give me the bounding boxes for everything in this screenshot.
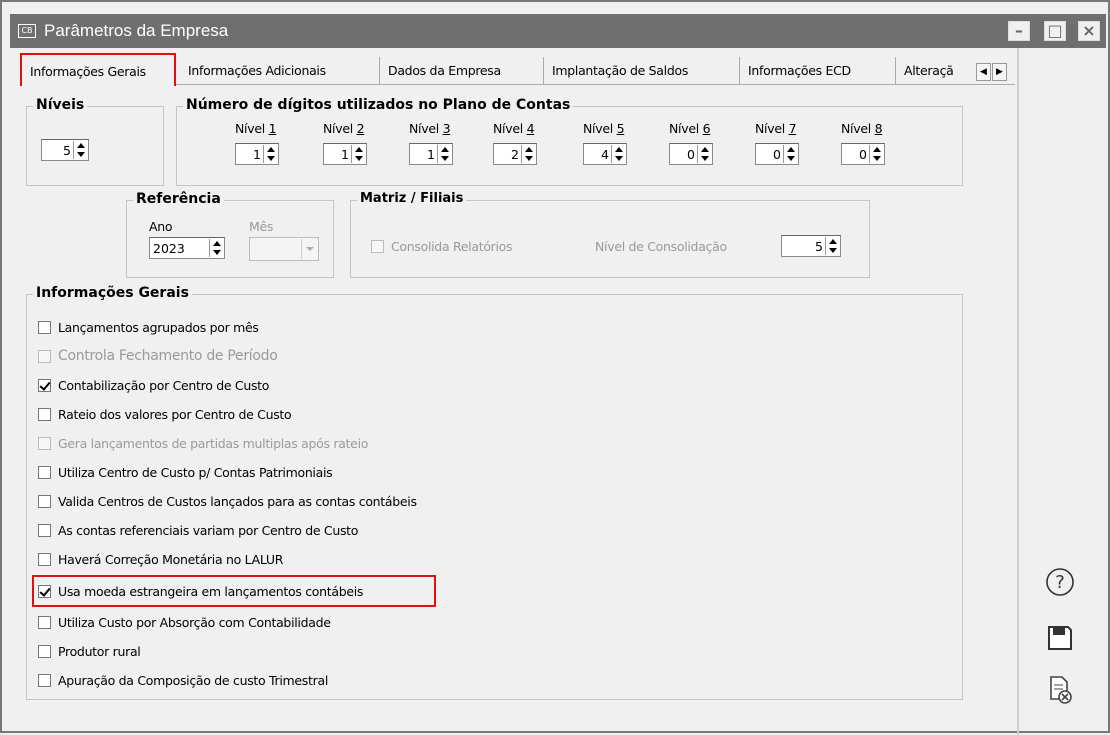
consolida-relatorios-label: Consolida Relatórios: [391, 238, 513, 254]
tab-informacoes-ecd[interactable]: Informações ECD: [740, 57, 896, 85]
save-button[interactable]: [1042, 620, 1078, 656]
nivel-6-label: Nível 6: [669, 121, 711, 136]
spin-arrows-icon[interactable]: [825, 237, 839, 255]
svg-text:?: ?: [1055, 572, 1065, 593]
referencia-group: Referência Ano 2023 Mês: [126, 191, 334, 278]
spin-arrows-icon[interactable]: [351, 145, 365, 163]
spin-arrows-icon[interactable]: [209, 239, 223, 257]
minimize-icon: –: [1015, 21, 1023, 40]
help-button[interactable]: ?: [1042, 564, 1078, 600]
ano-value: 2023: [153, 241, 185, 256]
nivel-6-spinner[interactable]: 0: [669, 143, 713, 165]
matriz-legend: Matriz / Filiais: [357, 191, 467, 206]
maximize-button[interactable]: □: [1044, 21, 1066, 41]
opt-rateio-centro-custo[interactable]: Rateio dos valores por Centro de Custo: [38, 403, 292, 425]
nivel-8-label: Nível 8: [841, 121, 883, 136]
opt-lancamentos-agrupados[interactable]: Lançamentos agrupados por mês: [38, 316, 259, 338]
nivel-2-spinner[interactable]: 1: [323, 143, 367, 165]
niveis-value: 5: [63, 143, 71, 158]
nivel-4-label: Nível 4: [493, 121, 535, 136]
matriz-group: Matriz / Filiais Consolida Relatórios Ní…: [350, 191, 870, 278]
cancel-document-icon: [1050, 676, 1072, 704]
window: CB Parâmetros da Empresa – □ × Informaçõ…: [0, 0, 1110, 735]
ano-label: Ano: [149, 219, 173, 234]
mes-select[interactable]: [249, 237, 319, 261]
opt-valida-centros-custos[interactable]: Valida Centros de Custos lançados para a…: [38, 490, 417, 512]
close-icon: ×: [1082, 21, 1096, 40]
cancel-button[interactable]: [1042, 672, 1078, 708]
opt-moeda-estrangeira[interactable]: Usa moeda estrangeira em lançamentos con…: [38, 580, 363, 602]
tab-scroll-right-button[interactable]: ▶: [992, 63, 1007, 81]
tab-bar: Informações Gerais Informações Adicionai…: [20, 53, 1015, 86]
window-title: Parâmetros da Empresa: [44, 21, 229, 40]
help-icon: ?: [1046, 568, 1074, 596]
niveis-spinner[interactable]: 5: [41, 139, 89, 161]
niveis-group: Níveis 5: [26, 97, 164, 186]
spin-arrows-icon[interactable]: [697, 145, 711, 163]
nivel-3-label: Nível 3: [409, 121, 451, 136]
spin-arrows-icon[interactable]: [521, 145, 535, 163]
nivel-1-label: Nível 1: [235, 121, 277, 136]
nivel-consolidacao-label: Nível de Consolidação: [595, 239, 727, 254]
tab-scroll-left-button[interactable]: ◀: [976, 63, 991, 81]
save-icon: [1048, 626, 1072, 650]
referencia-legend: Referência: [133, 191, 224, 207]
tab-dados-empresa[interactable]: Dados da Empresa: [380, 57, 544, 85]
niveis-legend: Níveis: [33, 97, 88, 113]
opt-produtor-rural[interactable]: Produtor rural: [38, 640, 141, 662]
chevron-down-icon[interactable]: [301, 239, 317, 259]
spin-arrows-icon[interactable]: [869, 145, 883, 163]
title-bar: CB Parâmetros da Empresa – □ ×: [10, 14, 1106, 48]
tab-informacoes-adicionais[interactable]: Informações Adicionais: [180, 57, 380, 85]
spin-arrows-icon[interactable]: [73, 141, 87, 159]
nivel-1-spinner[interactable]: 1: [235, 143, 279, 165]
opt-contabilizacao-centro-custo[interactable]: Contabilização por Centro de Custo: [38, 374, 269, 396]
consolida-relatorios-checkbox[interactable]: Consolida Relatórios: [371, 235, 513, 257]
minimize-button[interactable]: –: [1008, 21, 1030, 41]
opt-apuracao-composicao[interactable]: Apuração da Composição de custo Trimestr…: [38, 669, 328, 691]
nivel-7-label: Nível 7: [755, 121, 797, 136]
nivel-3-spinner[interactable]: 1: [409, 143, 453, 165]
nivel-8-spinner[interactable]: 0: [841, 143, 885, 165]
digitos-legend: Número de dígitos utilizados no Plano de…: [183, 97, 574, 113]
tab-alteracao[interactable]: Alteraçã: [896, 57, 976, 85]
spin-arrows-icon[interactable]: [783, 145, 797, 163]
nivel-2-label: Nível 2: [323, 121, 365, 136]
nivel-4-spinner[interactable]: 2: [493, 143, 537, 165]
opt-correcao-monetaria-lalur[interactable]: Haverá Correção Monetária no LALUR: [38, 548, 283, 570]
checkbox-icon: [371, 239, 384, 253]
ano-spinner[interactable]: 2023: [149, 237, 225, 259]
close-button[interactable]: ×: [1078, 21, 1100, 41]
digitos-group: Número de dígitos utilizados no Plano de…: [176, 97, 963, 186]
nivel-5-spinner[interactable]: 4: [583, 143, 627, 165]
spin-arrows-icon[interactable]: [437, 145, 451, 163]
nivel-5-label: Nível 5: [583, 121, 625, 136]
nivel-7-spinner[interactable]: 0: [755, 143, 799, 165]
nivel-consolidacao-spinner[interactable]: 5: [781, 235, 841, 257]
mes-label: Mês: [249, 219, 274, 234]
tab-implantacao-saldos[interactable]: Implantação de Saldos: [544, 57, 740, 85]
spin-arrows-icon[interactable]: [263, 145, 277, 163]
opt-gera-lancamentos-partidas[interactable]: Gera lançamentos de partidas multiplas a…: [38, 432, 368, 454]
opt-utiliza-centro-custo-patrimoniais[interactable]: Utiliza Centro de Custo p/ Contas Patrim…: [38, 461, 333, 483]
tab-informacoes-gerais[interactable]: Informações Gerais: [20, 53, 176, 86]
info-gerais-legend: Informações Gerais: [33, 285, 192, 301]
content-area: Informações Gerais Informações Adicionai…: [12, 48, 1019, 735]
maximize-icon: □: [1047, 21, 1063, 40]
opt-custo-absorcao[interactable]: Utiliza Custo por Absorção com Contabili…: [38, 611, 331, 633]
opt-contas-referenciais[interactable]: As contas referenciais variam por Centro…: [38, 519, 358, 541]
app-icon: CB: [18, 24, 36, 38]
spin-arrows-icon[interactable]: [611, 145, 625, 163]
opt-controla-fechamento[interactable]: Controla Fechamento de Período: [38, 345, 278, 367]
